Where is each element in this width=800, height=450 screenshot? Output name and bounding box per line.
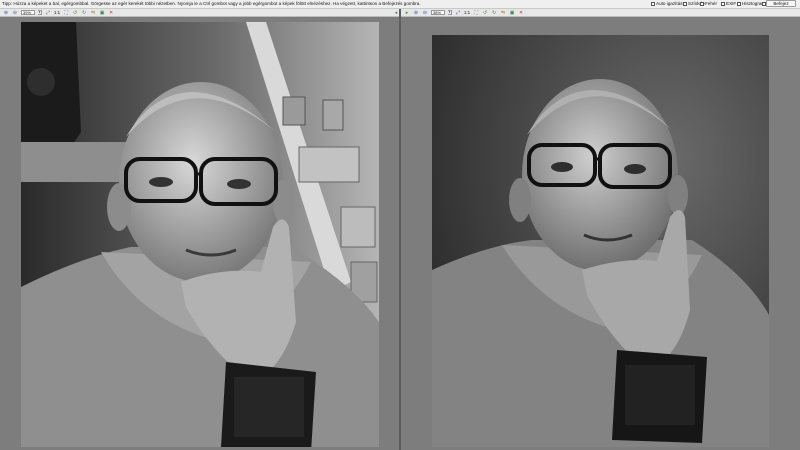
hint-bar: Tipp: Húzza a képeket a bal, egérgombbal… [0,0,800,9]
zoom-out-icon[interactable]: ⊖ [422,10,428,16]
chevron-down-icon[interactable]: ▾ [448,10,452,15]
zoom-in-icon[interactable]: ⊕ [3,10,9,16]
chevron-down-icon[interactable]: ▾ [38,10,42,15]
fit-to-window-icon[interactable]: ⤢ [45,10,51,16]
right-photo[interactable] [432,35,769,447]
auto-align-checkbox[interactable] [651,1,655,6]
left-photo[interactable] [21,22,379,447]
save-icon[interactable]: ▣ [509,10,515,16]
arrow-right-icon[interactable]: ▸ [404,10,410,16]
zoom-out-icon[interactable]: ⊖ [12,10,18,16]
fullscreen-icon[interactable]: ⛶ [63,10,69,16]
rotate-left-icon[interactable]: ↺ [72,10,78,16]
right-actual-size[interactable]: 1:1 [464,10,470,15]
histogram-checkbox[interactable] [737,1,741,6]
right-zoom-field[interactable]: 38% [431,10,445,15]
left-toolbar: ⊕ ⊖ 39% ▾ ⤢ 1:1 ⛶ ↺ ↻ ⇋ ▣ ✕ ◂ [0,9,399,17]
white-checkbox[interactable] [700,1,704,6]
fullscreen-icon[interactable]: ⛶ [473,10,479,16]
color-checkbox[interactable] [683,1,687,6]
exif-checkbox[interactable] [721,1,725,6]
rotate-right-icon[interactable]: ↻ [81,10,87,16]
flip-icon[interactable]: ⇋ [500,10,506,16]
close-icon[interactable]: ✕ [108,10,114,16]
zoom-in-icon[interactable]: ⊕ [413,10,419,16]
option-exif[interactable]: EXIF [721,1,736,6]
right-image-pane[interactable] [401,18,800,450]
fit-to-window-icon[interactable]: ⤢ [455,10,461,16]
flip-icon[interactable]: ⇋ [90,10,96,16]
option-white[interactable]: Fehér [700,1,717,6]
left-actual-size[interactable]: 1:1 [54,10,60,15]
finish-button[interactable]: Befejez [766,0,796,7]
rotate-right-icon[interactable]: ↻ [491,10,497,16]
option-auto-align[interactable]: Auto igazítás [651,1,683,6]
rotate-left-icon[interactable]: ↺ [482,10,488,16]
option-histogram[interactable]: Hisztogram [737,1,765,6]
close-icon[interactable]: ✕ [518,10,524,16]
save-icon[interactable]: ▣ [99,10,105,16]
left-zoom-field[interactable]: 39% [21,10,35,15]
right-toolbar: ▸ ⊕ ⊖ 38% ▾ ⤢ 1:1 ⛶ ↺ ↻ ⇋ ▣ ✕ [401,9,800,17]
left-image-pane[interactable] [0,18,399,450]
hint-text: Tipp: Húzza a képeket a bal, egérgombbal… [2,1,421,6]
